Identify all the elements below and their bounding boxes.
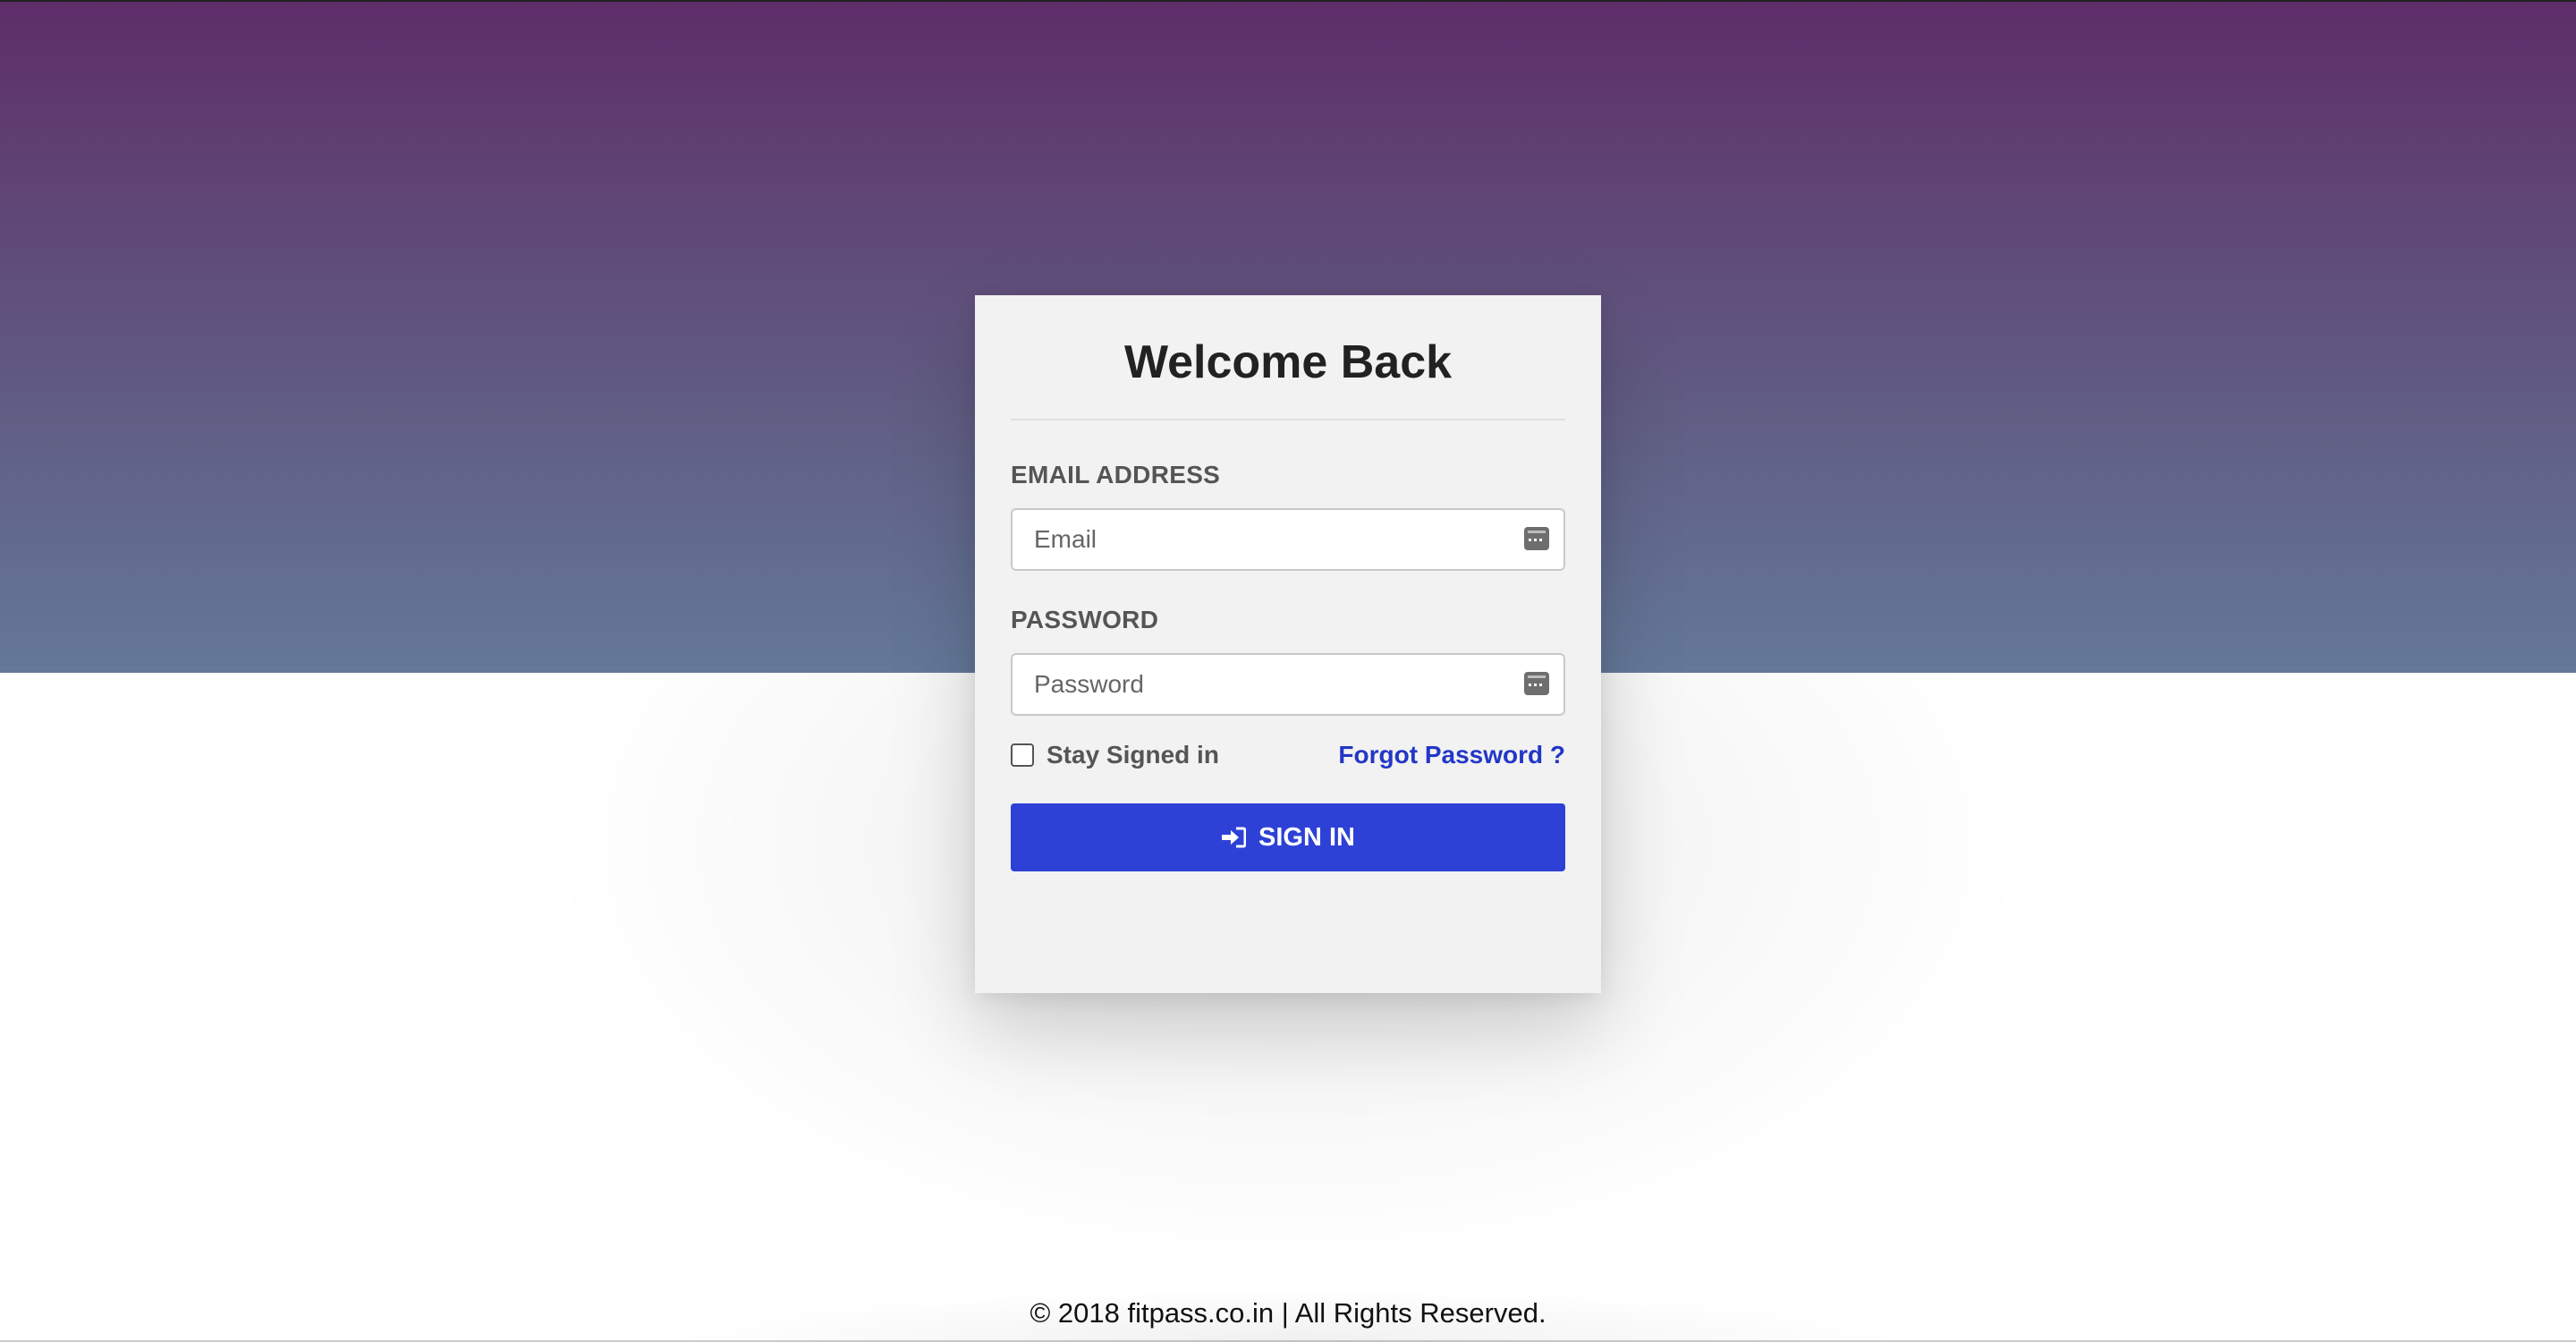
title-divider [1011, 419, 1565, 420]
email-label: EMAIL ADDRESS [1011, 461, 1221, 488]
email-input[interactable] [1013, 510, 1556, 569]
password-label: PASSWORD [1011, 606, 1159, 633]
options-row: Stay Signed in Forgot Password ? [1011, 737, 1565, 773]
copyright-text: © 2018 fitpass.co.in | All Rights Reserv… [1030, 1297, 1546, 1329]
email-field-wrapper [1011, 508, 1565, 571]
password-manager-keys-icon[interactable] [1524, 527, 1549, 550]
footer: © 2018 fitpass.co.in | All Rights Reserv… [0, 1279, 2576, 1342]
password-field-wrapper [1011, 653, 1565, 716]
password-manager-keys-icon[interactable] [1524, 672, 1549, 695]
sign-in-label: SIGN IN [1258, 822, 1355, 852]
sign-in-button[interactable]: SIGN IN [1011, 803, 1565, 871]
page-title: Welcome Back [1123, 336, 1453, 388]
stay-signed-in-checkbox[interactable] [1011, 743, 1034, 767]
login-card: Welcome Back EMAIL ADDRESS PASSWORD Stay… [975, 295, 1601, 993]
stay-signed-in[interactable]: Stay Signed in [1011, 741, 1219, 769]
forgot-password-link[interactable]: Forgot Password ? [1338, 741, 1565, 769]
stay-signed-in-label[interactable]: Stay Signed in [1046, 741, 1219, 769]
password-input[interactable] [1013, 655, 1556, 714]
sign-in-icon [1222, 827, 1247, 848]
